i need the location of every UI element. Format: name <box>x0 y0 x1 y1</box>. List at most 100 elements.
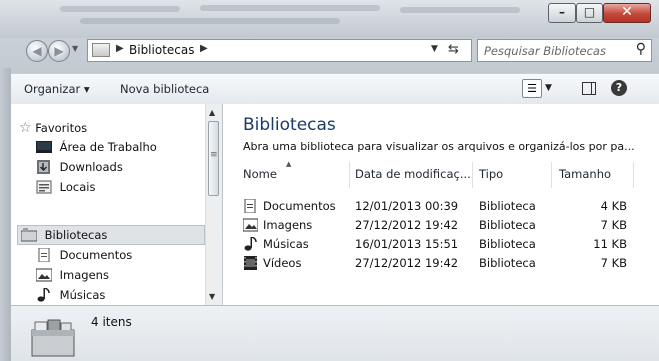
nav-item-label: Área de Trabalho <box>59 140 157 154</box>
row-name: Músicas <box>263 237 309 251</box>
row-size: 7 KB <box>600 256 627 270</box>
row-type: Biblioteca <box>479 199 536 213</box>
help-icon[interactable]: ? <box>611 80 627 96</box>
row-date: 16/01/2013 15:51 <box>355 237 459 251</box>
column-divider[interactable] <box>551 162 552 188</box>
back-arrow-icon: ◀ <box>32 44 42 58</box>
nav-item-label: Imagens <box>59 268 109 282</box>
row-type: Biblioteca <box>479 218 536 232</box>
page-subtitle: Abra uma biblioteca para visualizar os a… <box>243 140 635 153</box>
recent-pages-dropdown[interactable]: ▼ <box>72 44 78 53</box>
nav-item-label: Músicas <box>59 288 106 302</box>
desktop-icon <box>36 141 52 153</box>
item-count: 4 itens <box>91 315 132 329</box>
breadcrumb-libraries[interactable]: Bibliotecas <box>129 43 194 57</box>
blurred-background-text <box>200 5 380 11</box>
nav-favorites[interactable]: ☆ Favoritos <box>19 120 87 136</box>
row-name: Vídeos <box>263 256 302 270</box>
search-placeholder: Pesquisar Bibliotecas <box>484 44 606 58</box>
column-header-size[interactable]: Tamanho <box>559 167 611 181</box>
page-title: Bibliotecas <box>243 115 336 135</box>
libraries-icon <box>21 228 37 242</box>
table-row[interactable]: Vídeos 27/12/2012 19:42 Biblioteca 7 KB <box>223 254 659 272</box>
scroll-up-icon[interactable]: ▲ <box>209 108 215 117</box>
maximize-button[interactable]: □ <box>576 3 603 23</box>
address-bar[interactable]: ▶ Bibliotecas ▶ ▼ ⇆ <box>87 39 472 62</box>
navigation-pane: ☆ Favoritos Área de Trabalho Downloads L… <box>11 104 205 305</box>
table-row[interactable]: Imagens 27/12/2012 19:42 Biblioteca 7 KB <box>223 216 659 234</box>
scrollbar-thumb[interactable] <box>208 121 219 196</box>
recent-places-icon <box>36 180 52 194</box>
command-bar: Organizar ▾ Nova biblioteca ☰ ▼ ? <box>11 73 659 105</box>
details-pane: 4 itens <box>11 305 659 361</box>
nav-item-music[interactable]: Músicas <box>36 288 105 302</box>
column-divider[interactable] <box>633 162 634 188</box>
row-date: 27/12/2012 19:42 <box>355 256 459 270</box>
row-size: 7 KB <box>600 218 627 232</box>
pictures-icon <box>36 268 52 282</box>
nav-item-pictures[interactable]: Imagens <box>36 268 109 282</box>
column-divider[interactable] <box>472 162 473 188</box>
search-input[interactable]: Pesquisar Bibliotecas ⚲ <box>477 39 652 62</box>
nav-item-label: Locais <box>59 180 96 194</box>
row-date: 12/01/2013 00:39 <box>355 199 459 213</box>
videos-icon <box>244 256 257 270</box>
table-row[interactable]: Documentos 12/01/2013 00:39 Biblioteca 4… <box>223 197 659 215</box>
column-header-date[interactable]: Data de modificaç... <box>355 167 471 181</box>
organize-button[interactable]: Organizar ▾ <box>24 82 90 96</box>
documents-icon <box>38 248 50 262</box>
downloads-icon <box>37 160 50 174</box>
nav-item-downloads[interactable]: Downloads <box>36 160 123 174</box>
new-library-button[interactable]: Nova biblioteca <box>120 82 209 96</box>
scroll-down-icon[interactable]: ▼ <box>209 292 215 301</box>
close-button[interactable]: ✕ <box>603 3 651 23</box>
back-button[interactable]: ◀ <box>26 40 48 62</box>
column-header-name[interactable]: Nome <box>243 167 277 181</box>
breadcrumb-arrow-icon[interactable]: ▶ <box>200 43 208 54</box>
nav-item-label: Downloads <box>59 160 123 174</box>
address-dropdown-icon[interactable]: ▼ <box>431 44 438 54</box>
sort-ascending-icon: ▲ <box>286 160 292 168</box>
blurred-background-text <box>60 6 180 12</box>
pictures-icon <box>243 218 258 232</box>
window-frame-left <box>0 68 11 361</box>
libraries-icon <box>92 43 110 57</box>
refresh-icon[interactable]: ⇆ <box>448 42 459 57</box>
column-divider[interactable] <box>349 162 350 188</box>
row-size: 4 KB <box>600 199 627 213</box>
forward-arrow-icon: ▶ <box>54 44 64 58</box>
close-icon: ✕ <box>621 4 633 20</box>
star-icon: ☆ <box>19 120 32 136</box>
nav-libraries-label: Bibliotecas <box>44 228 108 242</box>
nav-item-label: Documentos <box>59 248 133 262</box>
nav-item-recent-places[interactable]: Locais <box>36 180 95 194</box>
file-list-pane: Bibliotecas Abra uma biblioteca para vis… <box>223 104 659 305</box>
nav-favorites-label: Favoritos <box>35 121 88 135</box>
row-type: Biblioteca <box>479 237 536 251</box>
nav-libraries[interactable]: Bibliotecas <box>21 228 107 242</box>
minimize-icon: – <box>559 5 565 19</box>
music-icon <box>37 288 50 302</box>
row-size: 11 KB <box>593 237 627 251</box>
blurred-background-text <box>80 18 340 24</box>
documents-icon <box>244 199 256 213</box>
row-name: Documentos <box>263 199 336 213</box>
column-header-type[interactable]: Tipo <box>479 167 503 181</box>
explorer-window: – □ ✕ ◀ ▶ ▼ ▶ Bibliotecas ▶ ▼ ⇆ Pesquisa… <box>0 0 659 361</box>
change-view-button[interactable]: ☰ <box>522 79 542 98</box>
row-type: Biblioteca <box>479 256 536 270</box>
row-name: Imagens <box>263 218 313 232</box>
minimize-button[interactable]: – <box>548 3 576 23</box>
music-icon <box>244 237 257 251</box>
blurred-background-text <box>400 7 520 13</box>
breadcrumb-arrow-icon[interactable]: ▶ <box>116 43 124 54</box>
view-options-dropdown-icon[interactable]: ▼ <box>545 83 552 93</box>
libraries-large-icon <box>31 319 75 357</box>
nav-item-documents[interactable]: Documentos <box>36 248 132 262</box>
preview-pane-button[interactable] <box>582 82 596 95</box>
table-row[interactable]: Músicas 16/01/2013 15:51 Biblioteca 11 K… <box>223 235 659 253</box>
search-icon[interactable]: ⚲ <box>636 41 646 57</box>
forward-button[interactable]: ▶ <box>48 40 70 62</box>
nav-scrollbar[interactable]: ▲ ▼ <box>205 104 222 305</box>
nav-item-desktop[interactable]: Área de Trabalho <box>36 140 157 154</box>
